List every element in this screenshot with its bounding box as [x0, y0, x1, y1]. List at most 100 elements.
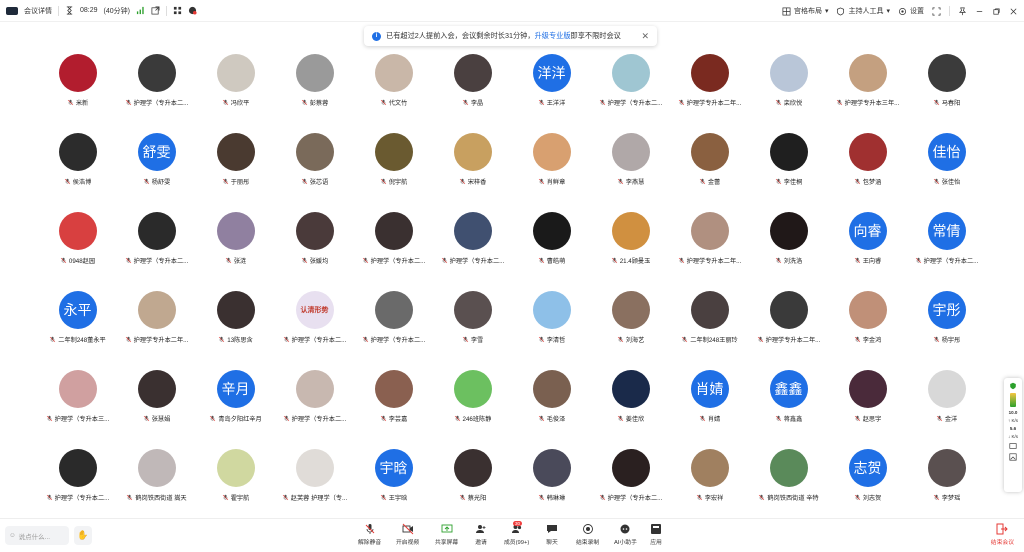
participant-tile[interactable]: 宇晗 王宇晗 — [354, 449, 433, 528]
end-recording-button[interactable]: 结束录制 — [576, 523, 599, 546]
participant-tile[interactable]: 张慧娟 — [117, 370, 196, 449]
participant-tile[interactable]: 护理学专升本二年... — [670, 212, 749, 291]
chat-button[interactable]: 聊天 — [546, 523, 558, 546]
invite-button[interactable]: 邀请 — [475, 523, 487, 546]
participant-tile[interactable]: 13陈思含 — [196, 291, 275, 370]
participant-tile[interactable]: 李清哲 — [512, 291, 591, 370]
minimize-icon[interactable] — [975, 7, 984, 16]
participant-tile[interactable]: 李金鸿 — [828, 291, 907, 370]
participant-tile[interactable]: 护理学专升本二年... — [670, 54, 749, 133]
participant-tile[interactable]: 李雪 — [433, 291, 512, 370]
participant-tile[interactable]: 志贺 刘志贺 — [828, 449, 907, 528]
participant-tile[interactable]: 姜佳欣 — [591, 370, 670, 449]
participant-tile[interactable]: 护理学（专升本二... — [354, 212, 433, 291]
image-icon[interactable] — [1009, 453, 1017, 461]
participant-tile[interactable]: 李佳桐 — [749, 133, 828, 212]
participant-tile[interactable]: 护理学（专升本三... — [38, 370, 117, 449]
participant-tile[interactable]: 辛月 青岛夕阳红辛月 — [196, 370, 275, 449]
participant-tile[interactable]: 鑫鑫 蒋鑫鑫 — [749, 370, 828, 449]
participant-tile[interactable]: 冯欣平 — [196, 54, 275, 133]
participant-tile[interactable]: 金洋 — [907, 370, 986, 449]
raise-hand-button[interactable]: ✋ — [74, 526, 92, 545]
participant-tile[interactable]: 246班陈静 — [433, 370, 512, 449]
participant-tile[interactable]: 21.4顾曼玉 — [591, 212, 670, 291]
participant-tile[interactable]: 0948赵园 — [38, 212, 117, 291]
chat-input[interactable]: ☺ 说点什么... — [5, 526, 69, 545]
participant-tile[interactable]: 肖鲜章 — [512, 133, 591, 212]
participant-tile[interactable]: 护理学（专升本二... — [591, 449, 670, 528]
participant-tile[interactable]: 侯浩博 — [38, 133, 117, 212]
participant-tile[interactable]: 护理学专升本二年... — [749, 291, 828, 370]
participant-tile[interactable]: 于丽彤 — [196, 133, 275, 212]
participant-tile[interactable]: 李晶 — [433, 54, 512, 133]
participant-tile[interactable]: 曹皓萌 — [512, 212, 591, 291]
participant-tile[interactable]: 张涟 — [196, 212, 275, 291]
participant-tile[interactable]: 护理学（专升本二... — [591, 54, 670, 133]
close-icon[interactable] — [1009, 7, 1018, 16]
participant-tile[interactable]: 护理学（专升本二... — [117, 212, 196, 291]
share-screen-button[interactable]: 共享屏幕 — [435, 523, 458, 546]
participant-tile[interactable]: 护理学（专升本二... — [275, 370, 354, 449]
layout-menu[interactable]: 宫格布局 ▾ — [782, 6, 828, 16]
participant-tile[interactable]: 张芯语 — [275, 133, 354, 212]
meeting-details-link[interactable]: 会议详情 — [24, 6, 52, 16]
participant-tile[interactable]: 护理学（专升本二... — [433, 212, 512, 291]
participant-tile[interactable]: 米新 — [38, 54, 117, 133]
participant-tile[interactable]: 栾欣悦 — [749, 54, 828, 133]
participant-tile[interactable]: 赵思宇 — [828, 370, 907, 449]
participant-tile[interactable]: 佳怡 张佳怡 — [907, 133, 986, 212]
participant-tile[interactable]: 马春阳 — [907, 54, 986, 133]
participant-tile[interactable]: 李芸嘉 — [354, 370, 433, 449]
participant-tile[interactable]: 永平 二年制248董永平 — [38, 291, 117, 370]
cloud-record-icon[interactable] — [188, 6, 197, 15]
upgrade-link[interactable]: 升级专业版 — [535, 31, 571, 41]
participant-tile[interactable]: 认清形势 护理学（专升本二... — [275, 291, 354, 370]
participant-tile[interactable]: 彭蔡蓉 — [275, 54, 354, 133]
participant-tile[interactable]: 二年制248王丽玲 — [670, 291, 749, 370]
members-button[interactable]: 30 成员(99+) — [504, 521, 529, 546]
participant-tile[interactable]: 常倩 护理学（专升本二... — [907, 212, 986, 291]
apps-button[interactable]: 应用 — [650, 523, 662, 546]
participant-tile[interactable]: 蔡光阳 — [433, 449, 512, 528]
start-video-button[interactable]: 开启视频 — [396, 523, 419, 546]
screenshot-icon[interactable] — [1009, 442, 1017, 450]
participant-tile[interactable]: 鹤岗铁西街道 嵩天 — [117, 449, 196, 528]
external-window-icon[interactable] — [151, 6, 160, 15]
participant-tile[interactable]: 洋洋 王洋洋 — [512, 54, 591, 133]
participant-tile[interactable]: 护理学专升本三年... — [828, 54, 907, 133]
participant-tile[interactable]: 护理学（专升本二... — [38, 449, 117, 528]
participant-tile[interactable]: 护理学（专升本二... — [117, 54, 196, 133]
host-tools-menu[interactable]: 主持人工具 ▾ — [836, 6, 890, 16]
close-notice-icon[interactable]: ✕ — [641, 31, 649, 42]
unmute-button[interactable]: 解除静音 — [358, 523, 381, 546]
participant-tile[interactable]: 宋梓香 — [433, 133, 512, 212]
participant-tile[interactable]: 赵芙蓉 护理学（专... — [275, 449, 354, 528]
participant-tile[interactable]: 张媛均 — [275, 212, 354, 291]
participant-tile[interactable]: 宇彤 杨宇彤 — [907, 291, 986, 370]
participant-tile[interactable]: 李燕慧 — [591, 133, 670, 212]
participant-tile[interactable]: 包梦涵 — [828, 133, 907, 212]
participant-tile[interactable]: 毛俊泽 — [512, 370, 591, 449]
participant-tile[interactable]: 刘海艺 — [591, 291, 670, 370]
participant-tile[interactable]: 霍宇航 — [196, 449, 275, 528]
participant-tile[interactable]: 舒雯 杨舒雯 — [117, 133, 196, 212]
restore-icon[interactable] — [992, 7, 1001, 16]
ai-assistant-button[interactable]: AI小助手 — [614, 523, 637, 546]
participant-tile[interactable]: 李梦瑶 — [907, 449, 986, 528]
network-stats-widget[interactable]: 10.0 ↑ K/s 5.6 ↓ K/s — [1004, 378, 1022, 492]
end-meeting-button[interactable]: 结束会议 — [991, 523, 1014, 546]
fullscreen-icon[interactable] — [932, 7, 941, 16]
participant-tile[interactable]: 代文竹 — [354, 54, 433, 133]
settings-button[interactable]: 设置 — [898, 6, 924, 16]
participant-tile[interactable]: 鹤岗铁西街道 辛特 — [749, 449, 828, 528]
participant-tile[interactable]: 韩琳琳 — [512, 449, 591, 528]
participant-tile[interactable]: 护理学专升本二年... — [117, 291, 196, 370]
pin-icon[interactable] — [958, 7, 967, 16]
participant-tile[interactable]: 倪宇航 — [354, 133, 433, 212]
participant-tile[interactable]: 刘洗洛 — [749, 212, 828, 291]
participant-tile[interactable]: 肖婧 肖婧 — [670, 370, 749, 449]
grid-view-icon[interactable] — [173, 6, 182, 15]
participant-tile[interactable]: 向睿 王向睿 — [828, 212, 907, 291]
signal-icon[interactable] — [136, 6, 145, 15]
participant-tile[interactable]: 金蕾 — [670, 133, 749, 212]
